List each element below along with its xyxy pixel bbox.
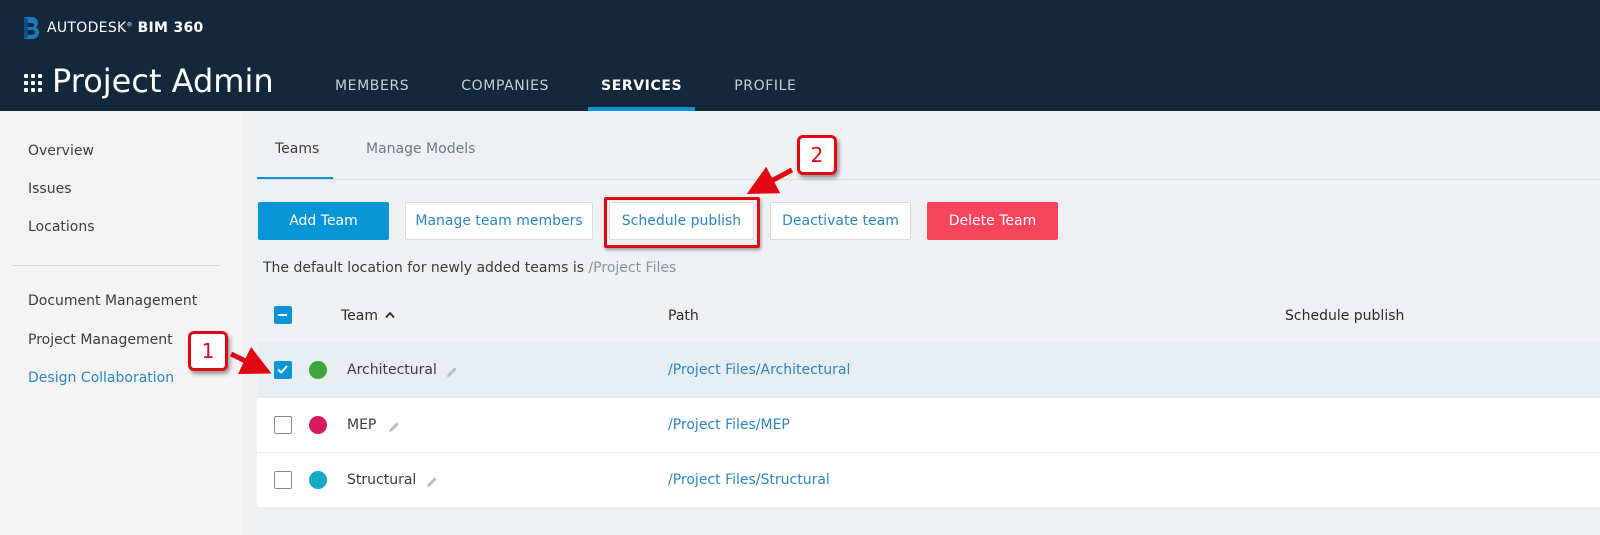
top-nav: MEMBERS COMPANIES SERVICES PROFILE xyxy=(322,64,835,111)
column-header-team[interactable]: Team xyxy=(341,308,396,324)
team-name: Structural xyxy=(347,472,417,488)
team-color-dot xyxy=(309,361,327,379)
brand-name: AUTODESK® BIM 360 xyxy=(47,20,204,36)
delete-team-button[interactable]: Delete Team xyxy=(927,202,1058,240)
pencil-icon[interactable] xyxy=(446,366,458,378)
table-header: Team Path Schedule publish xyxy=(257,288,1600,342)
nav-tab-members[interactable]: MEMBERS xyxy=(322,64,422,111)
table-row[interactable]: Structural /Project Files/Structural xyxy=(257,452,1600,507)
team-name: Architectural xyxy=(347,362,437,378)
row-checkbox[interactable] xyxy=(274,416,292,434)
nav-tab-services[interactable]: SERVICES xyxy=(588,64,696,111)
row-checkbox[interactable] xyxy=(274,471,292,489)
highlight-schedule-publish xyxy=(604,197,760,248)
team-path-link[interactable]: /Project Files/MEP xyxy=(668,417,790,433)
table-row[interactable]: MEP /Project Files/MEP xyxy=(257,397,1600,452)
column-header-path[interactable]: Path xyxy=(668,308,699,324)
table-row[interactable]: Architectural /Project Files/Architectur… xyxy=(257,342,1600,397)
add-team-button[interactable]: Add Team xyxy=(258,202,389,240)
sidebar-item-design-collaboration[interactable]: Design Collaboration xyxy=(28,370,174,386)
app-title: Project Admin xyxy=(52,62,274,100)
team-color-dot xyxy=(309,471,327,489)
default-location-path: /Project Files xyxy=(588,260,677,276)
sidebar: Overview Issues Locations Document Manag… xyxy=(0,111,243,535)
nav-tab-companies[interactable]: COMPANIES xyxy=(448,64,562,111)
manage-team-members-button[interactable]: Manage team members xyxy=(405,202,593,240)
row-checkbox[interactable] xyxy=(274,361,292,379)
sidebar-item-project-management[interactable]: Project Management xyxy=(28,332,173,348)
chevron-up-icon xyxy=(385,311,396,319)
sidebar-item-issues[interactable]: Issues xyxy=(28,181,72,197)
annotation-callout-2: 2 xyxy=(797,135,837,175)
brand: AUTODESK® BIM 360 xyxy=(22,16,204,40)
team-name: MEP xyxy=(347,417,377,433)
deactivate-team-button[interactable]: Deactivate team xyxy=(770,202,911,240)
select-all-checkbox[interactable] xyxy=(274,306,292,324)
subtab-bar: Teams Manage Models xyxy=(257,111,1600,180)
default-location-text: The default location for newly added tea… xyxy=(263,260,585,276)
sidebar-item-locations[interactable]: Locations xyxy=(28,219,95,235)
bim360-logo-icon xyxy=(24,17,39,39)
active-tab-indicator xyxy=(257,177,333,179)
pencil-icon[interactable] xyxy=(388,421,400,433)
teams-table: Team Path Schedule publish Architectural… xyxy=(257,288,1600,507)
column-header-schedule-publish[interactable]: Schedule publish xyxy=(1285,308,1404,324)
pencil-icon[interactable] xyxy=(426,476,438,488)
check-icon xyxy=(277,365,288,374)
default-location-note: The default location for newly added tea… xyxy=(263,260,676,276)
app-header: AUTODESK® BIM 360 Project Admin MEMBERS … xyxy=(0,0,1600,111)
annotation-callout-1: 1 xyxy=(188,331,228,371)
sidebar-item-overview[interactable]: Overview xyxy=(28,143,94,159)
main-content: Teams Manage Models Add Team Manage team… xyxy=(243,111,1600,535)
team-path-link[interactable]: /Project Files/Architectural xyxy=(668,362,850,378)
grid-icon[interactable] xyxy=(24,74,42,92)
team-path-link[interactable]: /Project Files/Structural xyxy=(668,472,830,488)
team-color-dot xyxy=(309,416,327,434)
sidebar-divider xyxy=(12,265,220,266)
nav-tab-profile[interactable]: PROFILE xyxy=(721,64,809,111)
tab-manage-models[interactable]: Manage Models xyxy=(366,141,475,157)
sidebar-item-document-management[interactable]: Document Management xyxy=(28,293,197,309)
tab-teams[interactable]: Teams xyxy=(275,141,319,157)
